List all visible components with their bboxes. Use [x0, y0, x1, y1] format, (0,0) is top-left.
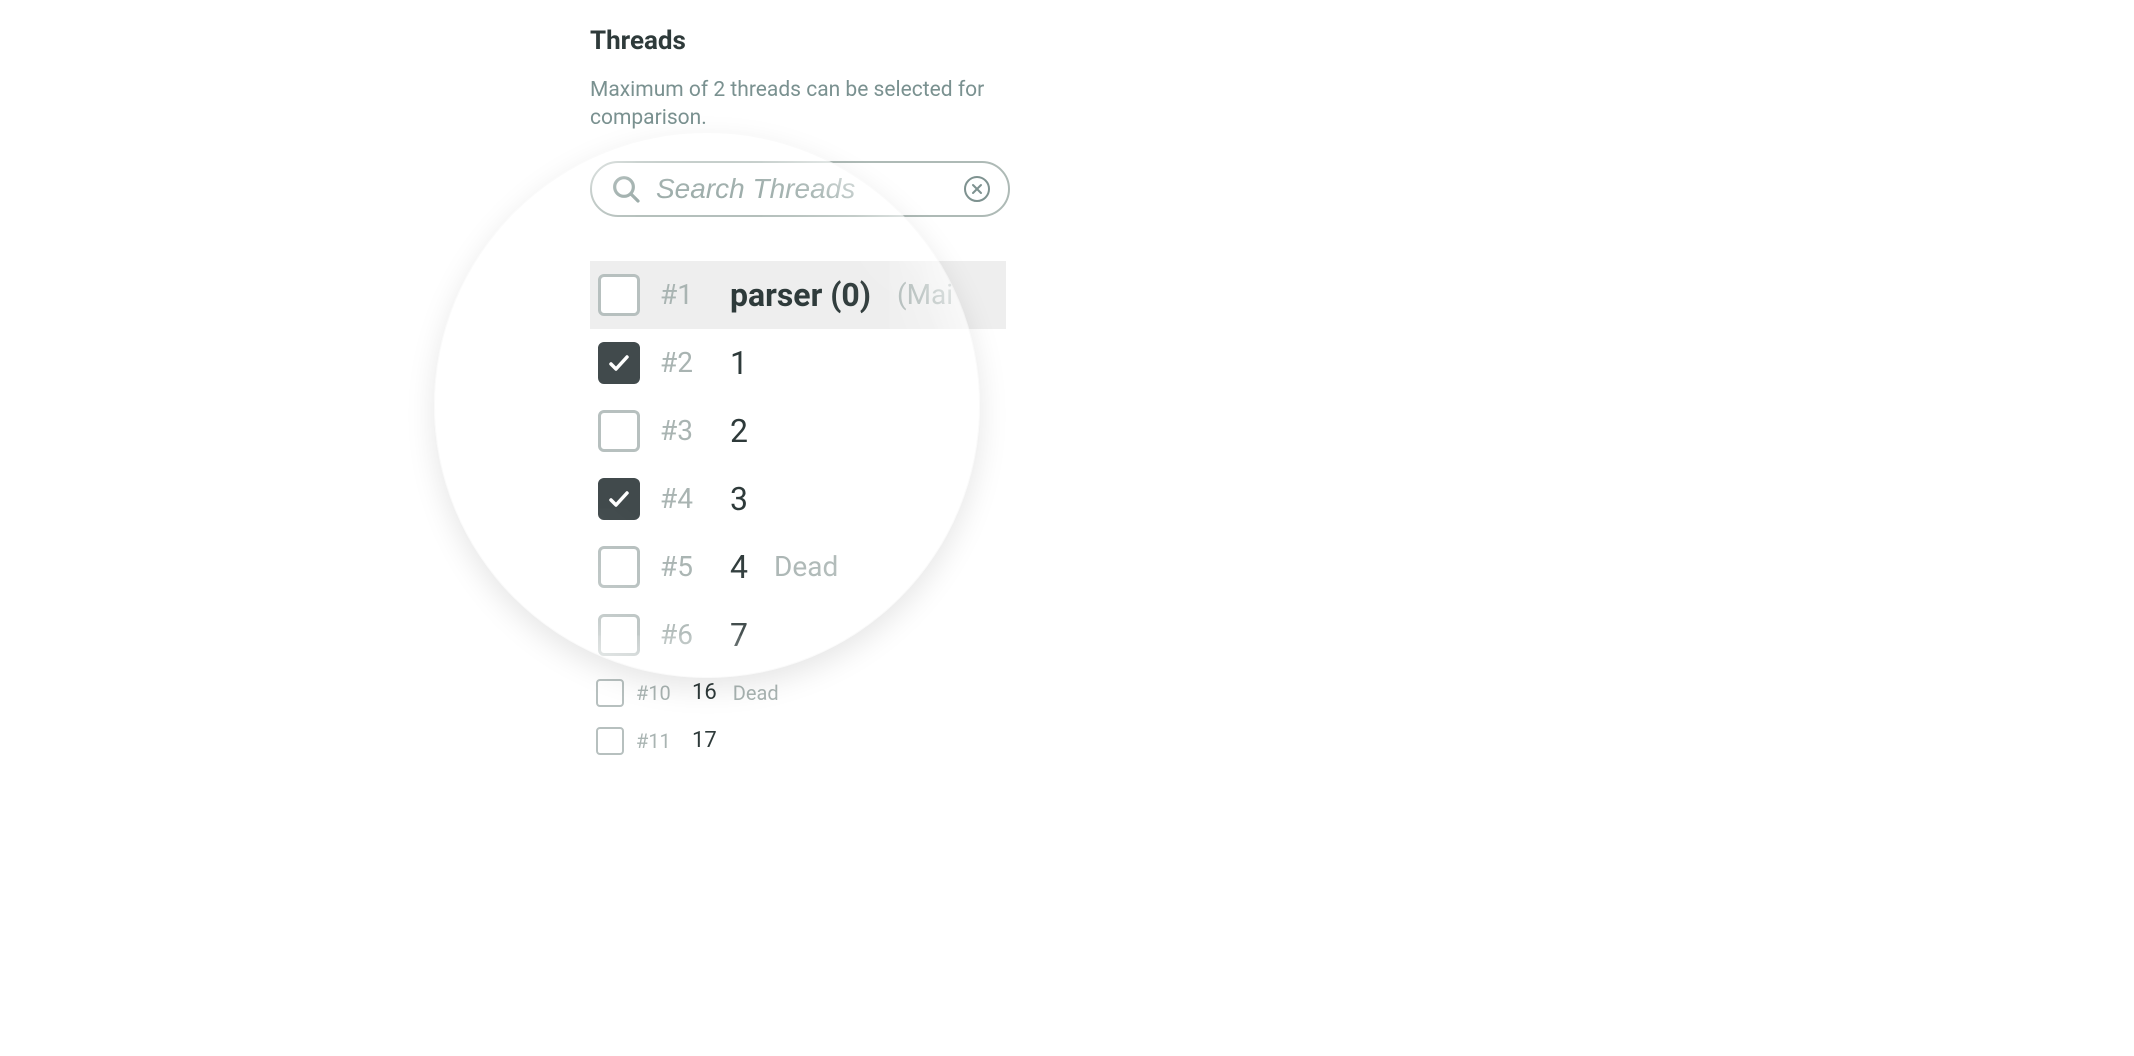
thread-name: 7: [730, 616, 748, 654]
thread-checkbox[interactable]: [598, 342, 640, 384]
thread-row[interactable]: #6 7: [590, 601, 1006, 669]
thread-list: #1 parser (0) (Mai #2 1 #3 2 #4 3 #5 4 Dead #6 7 #10 16…: [590, 261, 1010, 765]
thread-index: #10: [636, 681, 680, 705]
thread-name: 17: [692, 728, 717, 753]
threads-panel: Threads Maximum of 2 threads can be sele…: [590, 26, 1010, 765]
check-icon: [607, 487, 631, 511]
thread-name: 4: [730, 548, 748, 586]
thread-row[interactable]: #3 2: [590, 397, 1006, 465]
thread-row[interactable]: #1 parser (0) (Mai: [590, 261, 1006, 329]
thread-index: #2: [660, 346, 710, 379]
thread-index: #4: [660, 482, 710, 515]
panel-subtitle: Maximum of 2 threads can be selected for…: [590, 76, 1010, 133]
thread-index: #6: [660, 618, 710, 651]
thread-checkbox[interactable]: [598, 478, 640, 520]
clear-search-button[interactable]: [964, 176, 990, 202]
thread-row[interactable]: #2 1: [590, 329, 1006, 397]
thread-checkbox[interactable]: [596, 679, 624, 707]
thread-status: Dead: [774, 550, 838, 583]
thread-index: #5: [660, 550, 710, 583]
thread-row[interactable]: #4 3: [590, 465, 1006, 533]
panel-title: Threads: [590, 26, 1010, 56]
thread-checkbox[interactable]: [598, 614, 640, 656]
thread-index: #11: [636, 729, 680, 753]
thread-name: 1: [730, 344, 748, 382]
thread-checkbox[interactable]: [596, 727, 624, 755]
thread-checkbox[interactable]: [598, 274, 640, 316]
thread-name: 2: [730, 412, 748, 450]
thread-status: Dead: [733, 681, 779, 705]
search-input[interactable]: [656, 173, 950, 205]
thread-name: 16: [692, 680, 717, 705]
thread-checkbox[interactable]: [598, 546, 640, 588]
search-icon: [610, 173, 642, 205]
thread-name: parser (0): [730, 276, 871, 314]
search-field-wrap: [590, 161, 1010, 217]
thread-row[interactable]: #10 16 Dead: [590, 669, 1006, 717]
thread-checkbox[interactable]: [598, 410, 640, 452]
check-icon: [607, 351, 631, 375]
thread-name: 3: [730, 480, 748, 518]
thread-row[interactable]: #11 17: [590, 717, 1006, 765]
thread-index: #3: [660, 414, 710, 447]
close-icon: [971, 183, 983, 195]
thread-index: #1: [660, 278, 710, 311]
thread-row[interactable]: #5 4 Dead: [590, 533, 1006, 601]
thread-status: (Mai: [897, 278, 953, 311]
